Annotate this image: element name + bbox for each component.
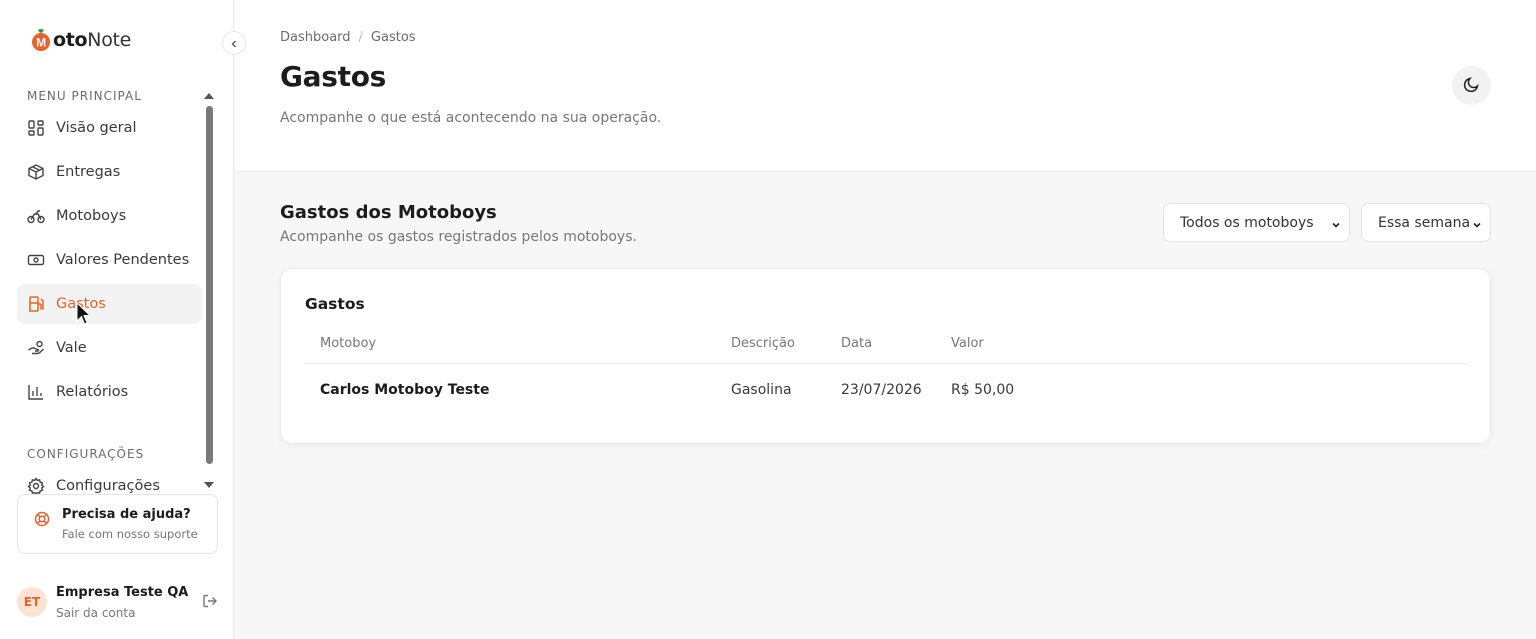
sidebar-item-label: Visão geral [56, 120, 137, 136]
sidebar-item-label: Motoboys [56, 208, 127, 224]
sidebar-item-entregas[interactable]: Entregas [17, 152, 202, 192]
collapse-sidebar-button[interactable] [222, 31, 246, 55]
breadcrumb: Dashboard / Gastos [280, 30, 416, 45]
column-header-descricao: Descrição [731, 336, 795, 351]
section-title: Gastos dos Motoboys [280, 202, 497, 223]
period-filter-value: Essa semana [1378, 214, 1471, 231]
motoboy-filter-value: Todos os motoboys [1180, 214, 1314, 231]
column-header-motoboy: Motoboy [320, 336, 377, 351]
breadcrumb-current: Gastos [370, 30, 416, 45]
sidebar-item-label: Vale [56, 340, 87, 356]
mouse-cursor-icon [76, 301, 92, 330]
sidebar-item-valores-pendentes[interactable]: Valores Pendentes [17, 240, 202, 280]
gear-icon [27, 477, 45, 495]
logout-icon[interactable] [202, 593, 218, 613]
scroll-down-arrow[interactable] [204, 482, 214, 488]
breadcrumb-separator: / [358, 30, 363, 45]
help-subtitle: Fale com nosso suporte [62, 527, 198, 541]
chevron-left-icon [229, 34, 239, 53]
sidebar: M oto Note MENU PRINCIPAL Visão geral Ent… [0, 0, 234, 639]
page-subtitle: Acompanhe o que está acontecendo na sua … [280, 110, 662, 126]
user-profile: ET Empresa Teste QA Sair da conta [17, 585, 222, 625]
table-header-divider [305, 363, 1468, 364]
cell-motoboy: Carlos Motoboy Teste [320, 382, 490, 398]
grid-icon [27, 119, 45, 137]
user-name: Empresa Teste QA [56, 585, 189, 600]
logo-text-light: Note [87, 29, 132, 51]
section-subtitle: Acompanhe os gastos registrados pelos mo… [280, 229, 637, 245]
scroll-up-arrow[interactable] [204, 93, 214, 99]
bar-chart-icon [27, 383, 45, 401]
card-title: Gastos [305, 295, 365, 313]
motoboy-filter-select[interactable]: Todos os motoboys [1163, 203, 1350, 242]
column-header-valor: Valor [951, 336, 984, 351]
logo-motonote-icon: M [30, 28, 52, 52]
logo[interactable]: M oto Note [30, 28, 131, 52]
bike-icon [27, 207, 45, 225]
sidebar-item-label: Configurações [56, 478, 160, 494]
sidebar-item-label: Relatórios [56, 384, 129, 400]
cell-data: 23/07/2026 [841, 382, 922, 398]
cell-valor: R$ 50,00 [951, 382, 1015, 398]
column-header-data: Data [841, 336, 873, 351]
logout-link[interactable]: Sair da conta [56, 606, 135, 620]
lifebuoy-icon [34, 511, 50, 531]
cell-descricao: Gasolina [731, 382, 792, 398]
sidebar-item-vale[interactable]: Vale [17, 328, 202, 368]
sidebar-item-relatorios[interactable]: Relatórios [17, 372, 202, 412]
help-card[interactable]: Precisa de ajuda? Fale com nosso suporte [17, 494, 218, 554]
sidebar-item-label: Valores Pendentes [56, 252, 190, 268]
expenses-card: Gastos Motoboy Descrição Data Valor Carl… [280, 268, 1491, 444]
svg-text:M: M [36, 36, 46, 50]
theme-toggle-button[interactable] [1452, 66, 1491, 105]
sidebar-item-visao-geral[interactable]: Visão geral [17, 108, 202, 148]
sidebar-item-label: Entregas [56, 164, 121, 180]
sidebar-item-motoboys[interactable]: Motoboys [17, 196, 202, 236]
logo-text-bold: oto [53, 29, 88, 51]
chevron-down-icon [1472, 218, 1482, 234]
banknote-icon [27, 251, 45, 269]
avatar[interactable]: ET [17, 587, 47, 617]
hand-coins-icon [27, 339, 45, 357]
sidebar-scrollbar[interactable] [206, 106, 213, 464]
package-icon [27, 163, 45, 181]
moon-icon [1463, 75, 1481, 97]
help-title: Precisa de ajuda? [62, 507, 191, 522]
period-filter-select[interactable]: Essa semana [1361, 203, 1491, 242]
chevron-down-icon [1331, 218, 1341, 234]
fuel-icon [27, 295, 45, 313]
page-title: Gastos [280, 60, 387, 93]
configuracoes-label: CONFIGURAÇÕES [27, 447, 145, 461]
sidebar-item-gastos[interactable]: Gastos [17, 284, 202, 324]
breadcrumb-dashboard[interactable]: Dashboard [280, 30, 351, 45]
menu-principal-label: MENU PRINCIPAL [27, 89, 142, 103]
page-header: Dashboard / Gastos Gastos Acompanhe o qu… [235, 0, 1536, 172]
